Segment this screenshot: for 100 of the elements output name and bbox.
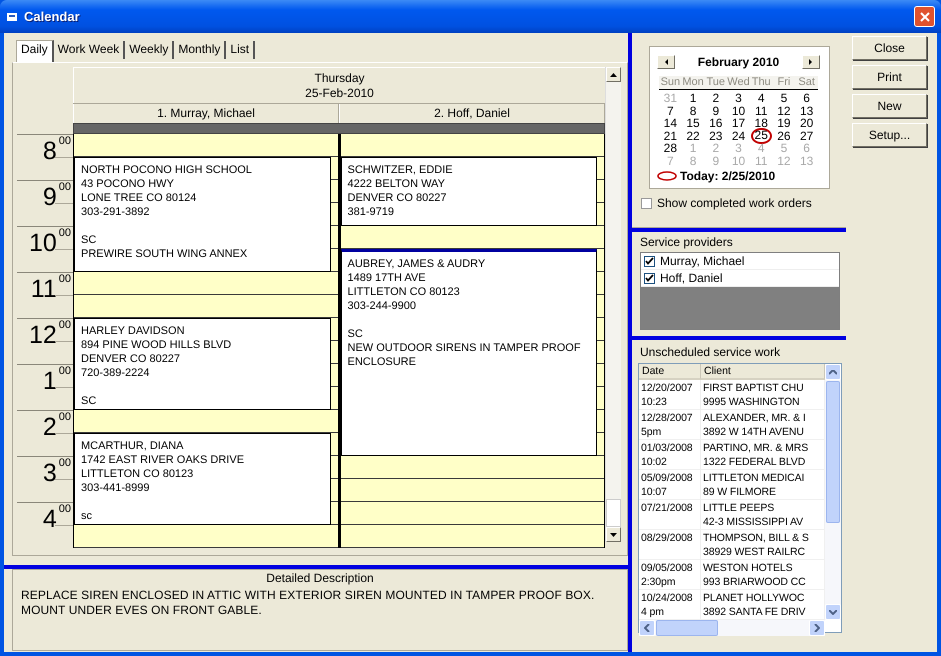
hour-number: 4 [42, 505, 57, 533]
view-tab[interactable]: Work Week [54, 41, 126, 59]
date-label: 25-Feb-2010 [305, 86, 374, 100]
scroll-up-button[interactable] [606, 67, 621, 82]
appointment-text: DENVER CO 80227 [348, 191, 448, 205]
calendar-day[interactable]: 10 [727, 104, 750, 117]
scroll-down-button[interactable] [825, 604, 841, 620]
weekday-label: Wed [727, 76, 750, 89]
calendar-day[interactable]: 25 [750, 128, 772, 144]
client-name: FIRST BAPTIST CHU [703, 381, 805, 395]
calendar-day[interactable]: 1 [682, 92, 704, 104]
minutes-label: 00 [58, 136, 71, 147]
checkbox[interactable] [641, 198, 652, 208]
calendar-day[interactable]: 11 [750, 104, 773, 117]
time-text: 10:23 [641, 395, 668, 409]
minutes-label: 00 [58, 504, 71, 515]
calendar-day[interactable]: 26 [772, 130, 796, 142]
scroll-thumb[interactable] [826, 381, 840, 523]
appointment-card[interactable]: SCHWITZER, EDDIE 4222 BELTON WAY DENVER CO 80227 381-9719 [340, 157, 597, 226]
appointment-text: 1489 17TH AVE [348, 271, 427, 285]
close-window-button[interactable] [914, 6, 935, 27]
client-address: 993 BRIARWOOD CC [703, 575, 807, 589]
weekday-label: Tue [706, 76, 726, 89]
calendar-day[interactable]: 23 [704, 130, 728, 142]
chevron-right-icon [814, 624, 820, 632]
view-tab[interactable]: Daily [16, 40, 54, 62]
calendar-day[interactable]: 16 [704, 117, 728, 130]
client-name: ALEXANDER, MR. & I [703, 411, 807, 425]
client-address: 42-3 MISSISSIPPI AV [703, 515, 804, 529]
calendar-day[interactable]: 8 [682, 104, 704, 117]
calendar-day[interactable]: 22 [682, 130, 704, 142]
view-tab[interactable]: Weekly [125, 41, 174, 59]
calendar-day[interactable]: 20 [795, 117, 818, 130]
appointment-note: SC [348, 327, 364, 341]
client-address: 3892 SANTA FE DRIV [703, 605, 806, 619]
calendar-day[interactable]: 5 [772, 92, 796, 104]
scroll-down-button[interactable] [606, 527, 621, 542]
calendar-day[interactable]: 12 [772, 104, 796, 117]
checkbox[interactable] [644, 272, 655, 284]
appointment-text: NORTH POCONO HIGH SCHOOL [81, 163, 253, 177]
calendar-day[interactable]: 4 [750, 92, 773, 104]
appointment-note: NEW OUTDOOR SIRENS IN TAMPER PROOF ENCLOSURE [348, 341, 582, 369]
down-arrow-icon [610, 532, 617, 536]
window-title: Calendar [24, 9, 80, 24]
appointment-card[interactable]: HARLEY DAVIDSON 894 PINE WOOD HILLS BLVD DENVER CO 80227 720-389-2224 SC [74, 318, 330, 410]
client-name: PARTINO, MR. & MRS [703, 441, 810, 455]
today-link[interactable]: Today: 2/25/2010 [680, 169, 776, 183]
hour-number: 8 [42, 137, 57, 165]
scroll-thumb[interactable] [606, 499, 621, 527]
calendar-day[interactable]: 9 [704, 104, 728, 117]
scroll-thumb[interactable] [656, 620, 718, 636]
client-address: 1322 FEDERAL BLVD [703, 455, 806, 469]
calendar-day[interactable]: 19 [772, 117, 796, 130]
calendar-day[interactable]: 17 [727, 117, 750, 130]
client-address: 3892 W 14TH AVENU [703, 425, 805, 439]
appointment-card[interactable]: NORTH POCONO HIGH SCHOOL 43 POCONO HWY LONE TREE CO 80124 303-291-3892 SC PREWIRE SOUTH WING ANNEX [74, 157, 330, 272]
date-text: 12/28/2007 [641, 411, 694, 425]
column-header[interactable]: Client [701, 364, 825, 380]
calendar-day[interactable]: 3 [727, 92, 750, 104]
appointment-text: HARLEY DAVIDSON [81, 324, 186, 338]
date-text: 09/05/2008 [641, 561, 694, 575]
appointment-text: 4222 BELTON WAY [348, 177, 446, 191]
appointment-text: LITTLETON CO 80123 [348, 285, 461, 299]
previous-month-button[interactable] [657, 55, 675, 69]
calendar-day[interactable]: 18 [750, 117, 773, 130]
calendar-day[interactable]: 21 [659, 130, 682, 142]
date-text: 05/09/2008 [641, 471, 694, 485]
minutes-label: 00 [58, 366, 71, 377]
scroll-right-button[interactable] [809, 620, 825, 636]
left-arrow-icon [664, 59, 668, 65]
calendar-day[interactable]: 28 [659, 142, 682, 154]
view-tab[interactable]: Monthly [174, 41, 226, 59]
calendar-day[interactable]: 7 [659, 104, 682, 117]
action-button[interactable]: Print [852, 65, 927, 89]
description-title: Detailed Description [265, 571, 375, 586]
checkbox[interactable] [644, 256, 655, 266]
view-tab[interactable]: List [226, 41, 256, 59]
scroll-left-button[interactable] [639, 620, 655, 636]
action-button[interactable]: New [852, 94, 927, 118]
date-text: 07/21/2008 [641, 501, 694, 515]
calendar-day[interactable]: 15 [682, 117, 704, 130]
calendar-day[interactable]: 13 [795, 104, 818, 117]
scroll-up-button[interactable] [825, 364, 841, 380]
calendar-day[interactable]: 14 [659, 117, 682, 130]
window-icon [6, 10, 18, 22]
action-button[interactable]: Setup... [852, 123, 927, 147]
calendar-day[interactable]: 27 [795, 130, 818, 142]
appointment-card[interactable]: MCARTHUR, DIANA 1742 EAST RIVER OAKS DRIVE LITTLETON CO 80123 303-441-8999 sc [74, 433, 330, 525]
calendar-day[interactable]: 6 [795, 92, 818, 104]
calendar-day[interactable]: 24 [727, 130, 750, 142]
column-header[interactable]: Date [639, 364, 701, 380]
appointment-text: 1742 EAST RIVER OAKS DRIVE [81, 453, 246, 467]
action-button[interactable]: Close [852, 36, 927, 60]
vertical-scrollbar[interactable] [605, 67, 621, 542]
next-month-button[interactable] [802, 55, 820, 69]
hour-number: 12 [28, 321, 57, 349]
vertical-scrollbar[interactable] [825, 364, 841, 620]
appointment-card[interactable]: AUBREY, JAMES & AUDRY 1489 17TH AVE LITTLETON CO 80123 303-244-9900 SC NEW OUTDOOR SIRENS IN TAMPER PROOF ENCLOSURE [340, 249, 597, 456]
horizontal-scrollbar[interactable] [639, 620, 825, 636]
calendar-day[interactable]: 2 [704, 92, 728, 104]
